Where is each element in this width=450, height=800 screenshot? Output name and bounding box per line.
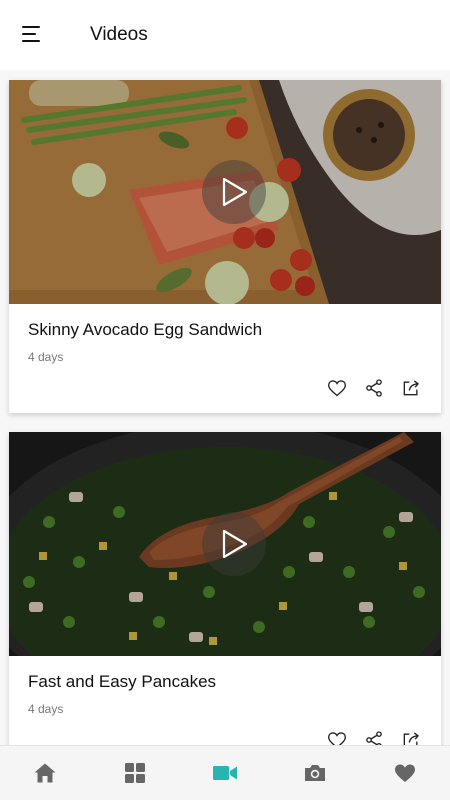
- video-feed[interactable]: Skinny Avocado Egg Sandwich 4 days Fast …: [0, 70, 450, 746]
- app-header: Videos: [0, 0, 450, 70]
- play-button[interactable]: [202, 512, 266, 576]
- card-actions: [327, 730, 421, 746]
- video-title[interactable]: Skinny Avocado Egg Sandwich: [28, 320, 262, 340]
- tab-home[interactable]: [0, 746, 90, 800]
- play-button[interactable]: [202, 160, 266, 224]
- tab-categories[interactable]: [90, 746, 180, 800]
- video-thumbnail[interactable]: [9, 432, 441, 656]
- camera-icon: [305, 765, 325, 781]
- tab-videos[interactable]: [180, 746, 270, 800]
- hamburger-menu-icon[interactable]: [22, 26, 40, 42]
- heart-icon: [395, 764, 415, 782]
- video-title[interactable]: Fast and Easy Pancakes: [28, 672, 216, 692]
- card-actions: [327, 378, 421, 398]
- share-icon[interactable]: [364, 730, 384, 746]
- video-card[interactable]: Skinny Avocado Egg Sandwich 4 days: [9, 80, 441, 413]
- play-icon: [222, 177, 248, 207]
- tab-favorites[interactable]: [360, 746, 450, 800]
- heart-icon[interactable]: [327, 378, 347, 398]
- home-icon: [34, 763, 56, 783]
- page-title: Videos: [90, 24, 148, 45]
- video-card[interactable]: Fast and Easy Pancakes 4 days: [9, 432, 441, 746]
- play-icon: [222, 529, 248, 559]
- heart-icon[interactable]: [327, 730, 347, 746]
- bottom-tab-bar: [0, 745, 450, 800]
- grid-icon: [125, 763, 145, 783]
- export-icon[interactable]: [401, 378, 421, 398]
- video-camera-icon: [213, 766, 237, 780]
- export-icon[interactable]: [401, 730, 421, 746]
- tab-camera[interactable]: [270, 746, 360, 800]
- share-icon[interactable]: [364, 378, 384, 398]
- video-thumbnail[interactable]: [9, 80, 441, 304]
- video-age: 4 days: [28, 350, 64, 364]
- video-age: 4 days: [28, 702, 64, 716]
